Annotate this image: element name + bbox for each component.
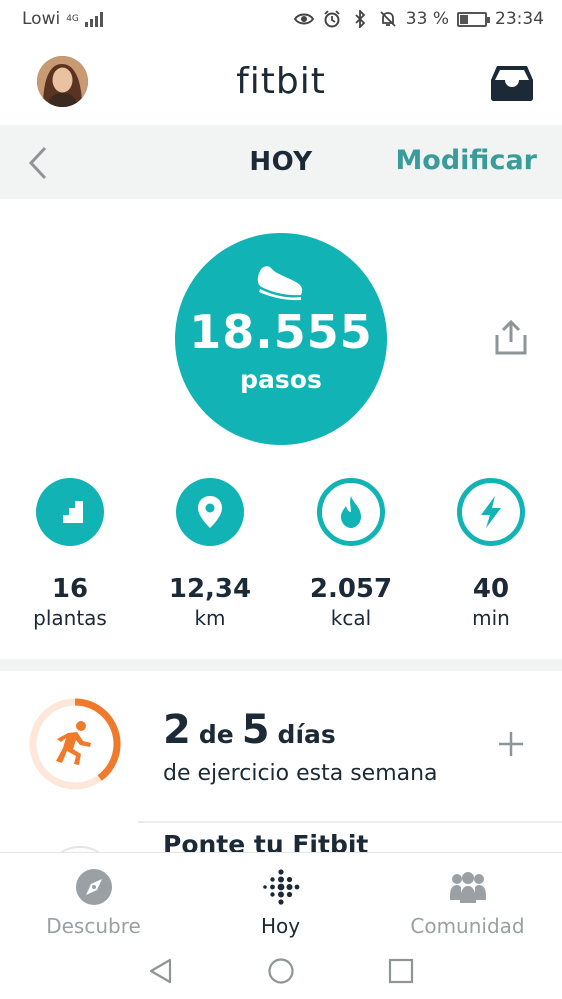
plus-icon[interactable] [498, 731, 524, 757]
back-triangle-icon[interactable] [146, 956, 176, 986]
battery-icon [457, 11, 490, 27]
nav-label: Descubre [46, 914, 141, 938]
stat-active-minutes[interactable]: 40 min [421, 478, 561, 630]
exercise-done: 2 [163, 707, 191, 753]
avatar[interactable] [37, 56, 88, 107]
stats-row: 16 plantas 12,34 km 2.057 kcal 40 min [0, 478, 562, 638]
nav-today[interactable]: Hoy [187, 867, 374, 938]
shoe-icon [256, 259, 306, 301]
exercise-goal: 5 [241, 707, 270, 753]
eye-icon [293, 9, 314, 29]
steps-unit: pasos [240, 365, 322, 394]
nav-community[interactable]: Comunidad [374, 867, 561, 938]
section-divider [0, 659, 562, 671]
status-right: 33 % 23:34 [293, 9, 544, 29]
exercise-subtitle: de ejercicio esta semana [163, 761, 438, 786]
fitbit-dots-icon [261, 867, 301, 907]
stat-unit: plantas [33, 606, 107, 630]
steps-circle[interactable]: 18.555 pasos [175, 233, 387, 445]
home-circle-icon[interactable] [266, 956, 296, 986]
compass-icon [74, 867, 114, 907]
recents-square-icon[interactable] [386, 956, 416, 986]
community-icon [448, 867, 488, 907]
status-bar: Lowi 4G 33 % 23:34 [0, 0, 562, 38]
carrier-name: Lowi [22, 9, 61, 29]
exercise-progress-ring [28, 697, 122, 791]
app-header: fitbit [0, 38, 562, 125]
exercise-summary: 2 de 5 días [163, 707, 336, 753]
status-left: Lowi 4G [22, 9, 103, 29]
battery-percent: 33 % [405, 9, 449, 29]
location-pin-icon [176, 478, 244, 546]
edit-button[interactable]: Modificar [395, 145, 537, 176]
date-title: HOY [249, 147, 313, 177]
bottom-nav: Descubre Hoy Comunidad [0, 852, 562, 944]
system-nav [0, 944, 562, 999]
stat-unit: kcal [330, 606, 372, 630]
flame-icon [317, 478, 385, 546]
exercise-days: días [277, 720, 336, 749]
stat-value: 12,34 [168, 574, 252, 604]
signal-icon [84, 11, 103, 27]
stairs-icon [36, 478, 104, 546]
clock: 23:34 [495, 9, 544, 29]
nav-discover[interactable]: Descubre [0, 867, 187, 938]
bell-off-icon [378, 9, 398, 29]
row-divider [138, 821, 562, 823]
alarm-icon [322, 9, 342, 29]
stat-value: 2.057 [309, 574, 393, 604]
inbox-icon[interactable] [488, 64, 536, 102]
share-icon[interactable] [494, 319, 528, 356]
stat-value: 16 [51, 574, 89, 604]
stat-unit: min [472, 606, 510, 630]
bluetooth-icon [350, 9, 370, 29]
exercise-of: de [198, 720, 234, 749]
stat-value: 40 [472, 574, 510, 604]
app-logo: fitbit [236, 61, 326, 102]
stat-distance[interactable]: 12,34 km [140, 478, 280, 630]
network-type: 4G [66, 13, 79, 24]
nav-label: Comunidad [410, 914, 525, 938]
stat-floors[interactable]: 16 plantas [0, 478, 140, 630]
chevron-left-icon[interactable] [26, 145, 50, 181]
runner-icon [56, 721, 91, 765]
steps-value: 18.555 [189, 305, 373, 359]
stat-unit: km [194, 606, 226, 630]
exercise-card[interactable]: 2 de 5 días de ejercicio esta semana [0, 671, 562, 821]
lightning-icon [457, 478, 525, 546]
nav-label: Hoy [260, 914, 301, 938]
date-bar: HOY Modificar [0, 125, 562, 199]
stat-calories[interactable]: 2.057 kcal [281, 478, 421, 630]
